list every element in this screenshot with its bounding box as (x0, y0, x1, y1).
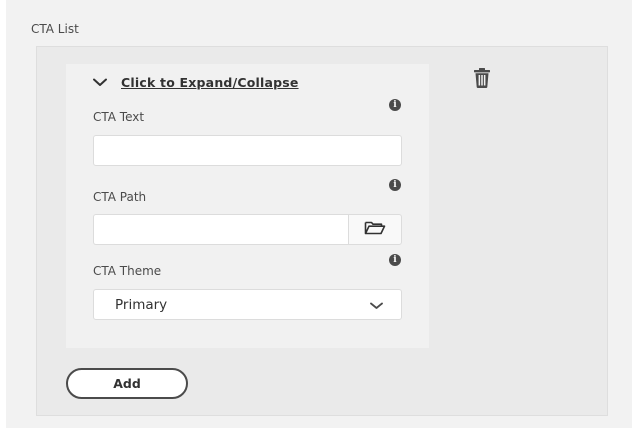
cta-path-input[interactable] (93, 214, 348, 245)
trash-icon[interactable] (470, 66, 494, 90)
cta-theme-label: CTA Theme (93, 264, 162, 278)
cta-theme-value: Primary (115, 296, 168, 313)
folder-icon (364, 220, 386, 239)
multifield-label: CTA List (31, 22, 79, 36)
info-icon[interactable]: i (389, 99, 401, 111)
dialog-page: CTA List Click to Expand/Collapse i CTA … (0, 0, 632, 428)
cta-theme-select[interactable]: Primary (93, 289, 402, 320)
info-icon[interactable]: i (389, 254, 401, 266)
chevron-down-icon (92, 74, 108, 90)
cta-text-label: CTA Text (93, 110, 145, 124)
cta-text-input[interactable] (93, 135, 402, 166)
collapse-link[interactable]: Click to Expand/Collapse (121, 75, 299, 90)
info-icon[interactable]: i (389, 179, 401, 191)
browse-button[interactable] (348, 214, 402, 245)
add-button[interactable]: Add (66, 368, 188, 399)
cta-path-field (93, 214, 402, 245)
cta-path-label: CTA Path (93, 190, 147, 204)
chevron-down-icon (370, 295, 383, 314)
collapse-toggle[interactable]: Click to Expand/Collapse (92, 72, 299, 92)
